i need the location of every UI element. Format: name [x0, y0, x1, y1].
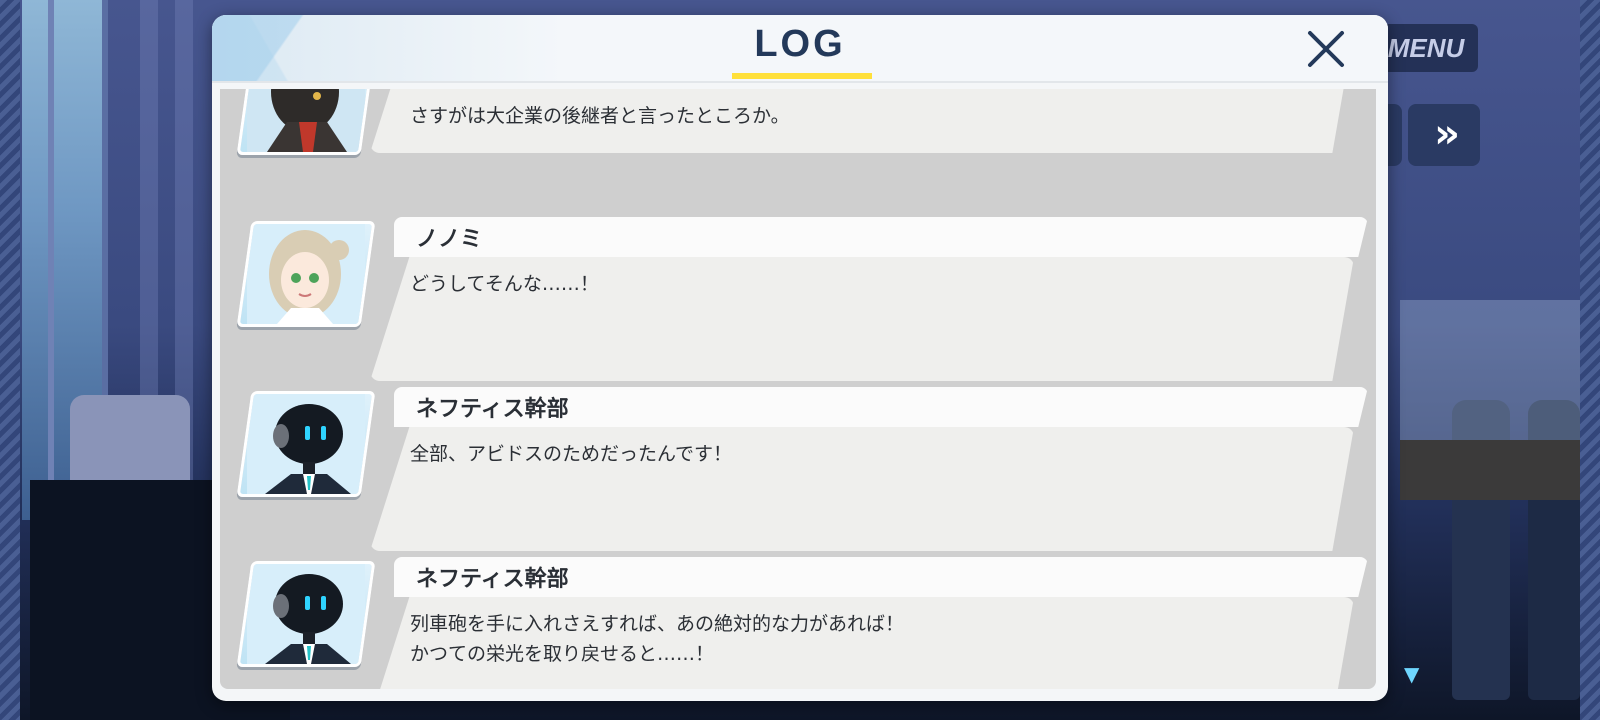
speaker-name: ネフティス幹部	[416, 397, 569, 422]
log-title: LOG	[754, 23, 846, 65]
log-entry: ノノミ どうしてそんな……！	[220, 217, 1376, 381]
fast-forward-icon: »	[1434, 111, 1460, 157]
log-entry: ネフティス幹部 全部、アビドスのためだったんです！	[220, 387, 1376, 551]
speaker-name: ネフティス幹部	[416, 567, 569, 592]
nefthys-executive-avatar	[236, 561, 376, 667]
fast-forward-button[interactable]: »	[1408, 104, 1480, 166]
scroll-down-indicator-icon: ▼	[1404, 662, 1420, 686]
right-border-stripe	[1580, 0, 1600, 720]
dialogue-text: どうしてそんな……！	[410, 273, 599, 295]
nonomi-avatar	[236, 221, 376, 327]
background-desk	[1400, 440, 1580, 500]
background-wall-light	[1400, 300, 1580, 440]
menu-button[interactable]: MENU	[1374, 24, 1478, 72]
speaker-name-tab	[394, 217, 1368, 257]
close-button[interactable]	[1302, 25, 1352, 75]
robot-officer-dark-avatar	[236, 89, 376, 155]
log-list[interactable]: さすがは大企業の後継者と言ったところか。 ノノミ どうしてそんな……！ ネフティ…	[220, 89, 1376, 689]
nefthys-executive-avatar	[236, 391, 376, 497]
speaker-name: ノノミ	[416, 227, 483, 252]
log-entry: ネフティス幹部 列車砲を手に入れさえすれば、あの絶対的な力があれば！ かつての栄…	[220, 557, 1376, 689]
left-border-stripe	[0, 0, 20, 720]
log-header: LOG	[212, 15, 1388, 83]
dialogue-text: 列車砲を手に入れさえすれば、あの絶対的な力があれば！ かつての栄光を取り戻せると…	[410, 613, 905, 665]
close-icon	[1308, 31, 1344, 67]
dialogue-text: さすがは大企業の後継者と言ったところか。	[410, 105, 790, 127]
title-underline	[732, 73, 872, 79]
log-entry: さすがは大企業の後継者と言ったところか。	[220, 89, 1376, 155]
window-frame	[48, 0, 54, 520]
log-modal: LOG さすがは大企業の後継者と言ったところか。 ノノミ どうしてそんな……！ …	[212, 15, 1388, 701]
dialogue-text: 全部、アビドスのためだったんです！	[410, 443, 733, 465]
